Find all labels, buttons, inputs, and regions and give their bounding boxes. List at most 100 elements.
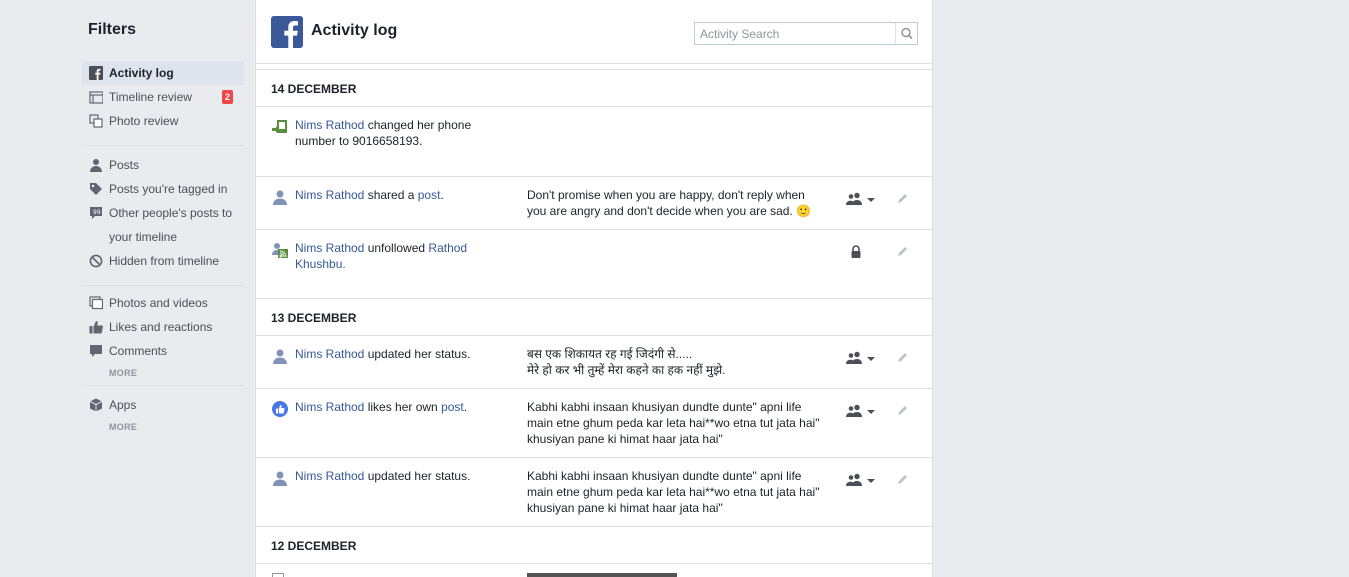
nav-group-1: Activity log Timeline review 2 Photo rev… (82, 61, 244, 133)
friends-audience-icon[interactable] (846, 192, 878, 206)
activity-row: Nims Rathod changed her phone number to … (256, 107, 932, 177)
date-header: 13 DECEMBER (256, 299, 932, 336)
post-content: Kabhi kabhi insaan khusiyan dundte dunte… (527, 469, 820, 515)
activity-row: Nims Rathod updated her status. बस एक शि… (256, 336, 932, 389)
sidebar-item-photo-review[interactable]: Photo review (82, 109, 244, 133)
nav-group-4: Apps (82, 393, 244, 417)
activity-text: Nims Rathod unfollowed Rathod Khushbu. (295, 241, 468, 271)
person-icon (90, 159, 102, 172)
sidebar-item-label: Posts (109, 158, 140, 172)
actor-link[interactable]: Nims Rathod (295, 241, 364, 255)
date-header: 12 DECEMBER (256, 527, 932, 564)
activity-text: Nims Rathod likes her own post. (295, 400, 468, 414)
thumbs-up-icon (89, 321, 103, 334)
like-icon (272, 401, 288, 417)
sidebar-item-apps[interactable]: Apps (82, 393, 244, 417)
actor-link[interactable]: Nims Rathod (295, 118, 364, 132)
post-content: बस एक शिकायत रह गई जिदंगी से..... मेरे ह… (527, 347, 726, 377)
sidebar-item-photos-videos[interactable]: Photos and videos (82, 291, 244, 315)
nav-group-2: Posts Posts you're tagged in 99 Other pe… (82, 153, 244, 273)
sidebar-item-likes-reactions[interactable]: Likes and reactions (82, 315, 244, 339)
row-checkbox[interactable] (272, 573, 284, 577)
pencil-icon[interactable] (896, 245, 909, 258)
post-link[interactable]: post (441, 400, 464, 414)
activity-text: Nims Rathod changed her phone number to … (295, 118, 472, 148)
actor-link[interactable]: Nims Rathod (295, 347, 364, 361)
actor-link[interactable]: Nims Rathod (295, 469, 364, 483)
facebook-logo-icon[interactable] (271, 16, 303, 48)
comment-icon (90, 345, 102, 357)
activity-row: Nims Rathod unfollowed Rathod Khushbu. (256, 230, 932, 299)
friends-audience-icon[interactable] (846, 404, 878, 418)
sidebar-item-label: your timeline (109, 230, 178, 244)
pencil-icon[interactable] (896, 473, 909, 486)
timeline-icon (89, 91, 103, 104)
pencil-icon[interactable] (896, 404, 909, 417)
sidebar-item-others-posts-cont[interactable]: your timeline (82, 225, 244, 249)
person-icon (273, 349, 287, 364)
activity-row: Nims Rathod shared a post. Don't promise… (256, 177, 932, 230)
lock-icon[interactable] (850, 245, 862, 259)
sidebar-item-label: Timeline review (109, 90, 192, 104)
date-header: 14 DECEMBER (256, 70, 932, 107)
filters-title: Filters (88, 21, 137, 38)
sidebar-item-label: Posts you're tagged in (109, 182, 228, 196)
sidebar-item-hidden[interactable]: Hidden from timeline (82, 249, 244, 273)
post-link[interactable]: post (418, 188, 441, 202)
notification-badge: 2 (222, 90, 233, 104)
sidebar-item-label: Photo review (109, 114, 179, 128)
photos-icon (89, 114, 103, 128)
divider (82, 285, 244, 286)
divider (82, 385, 244, 386)
more-link[interactable]: MORE (109, 422, 137, 432)
person-icon (273, 190, 287, 205)
post-content: Kabhi kabhi insaan khusiyan dundte dunte… (527, 400, 820, 446)
panel-header: Activity log (256, 0, 932, 64)
post-content: Don't promise when you are happy, don't … (527, 188, 812, 218)
page-title: Activity log (311, 22, 398, 39)
svg-text:99: 99 (93, 209, 101, 216)
search-icon (901, 27, 913, 40)
pencil-icon[interactable] (896, 192, 909, 205)
more-link[interactable]: MORE (109, 368, 137, 378)
activity-text: Nims Rathod updated her status. (295, 347, 471, 361)
activity-log-panel: Activity log 14 DECEMBER Nims Rathod cha… (255, 0, 933, 577)
friends-audience-icon[interactable] (846, 351, 878, 365)
search-button[interactable] (895, 23, 917, 44)
search-box (694, 22, 918, 45)
sidebar-item-label: Likes and reactions (109, 320, 213, 334)
sidebar-item-tagged-posts[interactable]: Posts you're tagged in (82, 177, 244, 201)
sidebar-item-label: Hidden from timeline (109, 254, 220, 268)
speech-bubble-icon: 99 (90, 207, 102, 219)
sidebar-item-posts[interactable]: Posts (82, 153, 244, 177)
sidebar-item-activity-log[interactable]: Activity log (82, 61, 244, 85)
sidebar-item-label: Apps (109, 398, 137, 412)
actor-link[interactable]: Nims Rathod (295, 400, 364, 414)
tag-icon (90, 183, 102, 195)
activity-row: Nims Rathod updated her status. Kabhi ka… (256, 458, 932, 527)
friends-audience-icon[interactable] (846, 473, 878, 487)
nav-group-3: Photos and videos Likes and reactions Co… (82, 291, 244, 363)
sidebar-item-label: Photos and videos (109, 296, 208, 310)
sidebar-item-others-posts[interactable]: 99 Other people's posts to (82, 201, 244, 225)
phone-update-icon (272, 120, 287, 133)
sidebar-item-label: Other people's posts to (109, 206, 233, 220)
divider (82, 145, 244, 146)
photos-icon (89, 296, 103, 310)
actor-link[interactable]: Nims Rathod (295, 188, 364, 202)
sidebar-item-timeline-review[interactable]: Timeline review 2 (82, 85, 244, 109)
sidebar-item-label: Activity log (109, 66, 174, 80)
photo-thumbnail[interactable] (527, 573, 677, 577)
facebook-icon (89, 66, 103, 80)
search-input[interactable] (695, 23, 895, 44)
sidebar-item-comments[interactable]: Comments (82, 339, 244, 363)
no-entry-icon (89, 254, 103, 268)
person-icon (273, 471, 287, 486)
activity-text: Nims Rathod updated her status. (295, 469, 471, 483)
unfollow-icon (272, 243, 288, 258)
cube-icon (89, 398, 103, 412)
pencil-icon[interactable] (896, 351, 909, 364)
sidebar-item-label: Comments (109, 344, 168, 358)
activity-row: Nims Rathod likes her own post. Kabhi ka… (256, 389, 932, 458)
activity-text: Nims Rathod shared a post. (295, 188, 444, 202)
